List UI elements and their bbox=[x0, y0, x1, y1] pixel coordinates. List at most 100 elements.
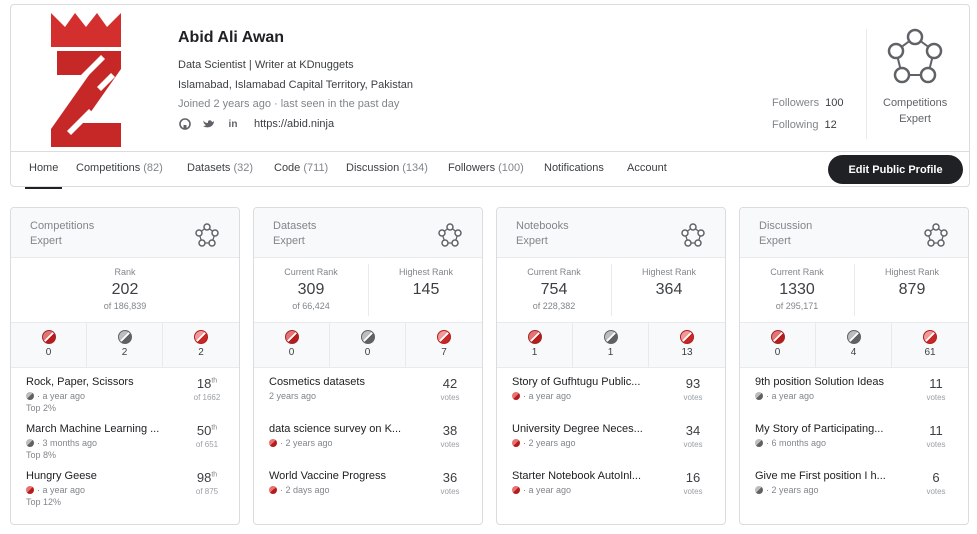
medal-count[interactable]: 0 bbox=[254, 323, 330, 368]
tab-code[interactable]: Code (711) bbox=[274, 162, 328, 174]
rank-label: Current Rank bbox=[770, 267, 824, 277]
twitter-icon[interactable] bbox=[202, 117, 216, 131]
tab-label: Notifications bbox=[544, 162, 604, 174]
list-item[interactable]: Hungry Geese · a year ago Top 12% 98th of 87… bbox=[11, 462, 239, 507]
item-unit: of 651 bbox=[195, 440, 219, 449]
item-meta-text: · a year ago bbox=[523, 391, 572, 401]
list-item[interactable]: March Machine Learning ... · 3 months ago… bbox=[11, 415, 239, 460]
crowned-z-logo-icon bbox=[51, 13, 121, 147]
profile-location: Islamabad, Islamabad Capital Territory, … bbox=[178, 79, 413, 91]
list-item[interactable]: 9th position Solution Ideas · a year ago 1… bbox=[740, 368, 968, 413]
medal-icon bbox=[26, 486, 34, 494]
item-meta-text: 2 years ago bbox=[269, 391, 317, 401]
item-title[interactable]: March Machine Learning ... bbox=[26, 423, 166, 435]
medal-count-value: 7 bbox=[441, 347, 447, 358]
item-meta: · 2 years ago bbox=[512, 438, 576, 448]
following-stat[interactable]: Following 12 bbox=[772, 119, 837, 131]
item-title[interactable]: Cosmetics datasets bbox=[269, 376, 409, 388]
medals-row: 0 0 7 bbox=[254, 323, 482, 368]
item-title[interactable]: data science survey on K... bbox=[269, 423, 409, 435]
item-unit: votes bbox=[440, 393, 460, 402]
item-value: 98th bbox=[189, 470, 225, 485]
tab-followers[interactable]: Followers (100) bbox=[448, 162, 524, 174]
list-item[interactable]: Give me First position I h... · 2 years a… bbox=[740, 462, 968, 507]
rank-value: 754 bbox=[540, 281, 568, 298]
item-top-percent: Top 2% bbox=[26, 403, 57, 413]
medal-icon bbox=[755, 392, 763, 400]
item-meta-text: · 2 years ago bbox=[523, 438, 576, 448]
profile-title: Data Scientist | Writer at KDnuggets bbox=[178, 59, 354, 71]
medal-count[interactable]: 0 bbox=[740, 323, 816, 368]
medal-count-value: 61 bbox=[924, 347, 936, 358]
item-title[interactable]: Story of Gufhtugu Public... bbox=[512, 376, 652, 388]
followers-stat[interactable]: Followers 100 bbox=[772, 97, 843, 109]
medal-count[interactable]: 7 bbox=[406, 323, 482, 368]
medal-count-value: 13 bbox=[681, 347, 693, 358]
medal-count-value: 0 bbox=[774, 347, 781, 358]
item-title[interactable]: My Story of Participating... bbox=[755, 423, 895, 435]
tier-badge: Competitions Expert bbox=[883, 27, 947, 127]
medal-count[interactable]: 0 bbox=[330, 323, 406, 368]
item-value-number: 36 bbox=[442, 470, 458, 485]
linkedin-icon[interactable]: in bbox=[226, 117, 240, 131]
rank-value: 309 bbox=[297, 281, 325, 298]
medal-count[interactable]: 2 bbox=[163, 323, 239, 368]
medal-count[interactable]: 0 bbox=[11, 323, 87, 368]
item-title[interactable]: Rock, Paper, Scissors bbox=[26, 376, 166, 388]
list-item[interactable]: Story of Gufhtugu Public... · a year ago 9… bbox=[497, 368, 725, 413]
item-value: 34 bbox=[675, 423, 711, 438]
item-value-number: 34 bbox=[685, 423, 701, 438]
medal-count[interactable]: 61 bbox=[892, 323, 968, 368]
rank-label: Rank bbox=[114, 267, 136, 277]
item-title[interactable]: University Degree Neces... bbox=[512, 423, 652, 435]
gold-medal-icon bbox=[770, 330, 785, 344]
list-item[interactable]: data science survey on K... · 2 years ago… bbox=[254, 415, 482, 460]
list-item[interactable]: World Vaccine Progress · 2 days ago 36 vote… bbox=[254, 462, 482, 507]
edit-public-profile-button[interactable]: Edit Public Profile bbox=[828, 155, 963, 184]
highest-rank-label: Highest Rank bbox=[641, 267, 697, 277]
list-item[interactable]: Cosmetics datasets 2 years ago 42 votes bbox=[254, 368, 482, 413]
highest-rank: Highest Rank 145 bbox=[369, 258, 482, 323]
medals-row: 1 1 13 bbox=[497, 323, 725, 368]
item-title[interactable]: Hungry Geese bbox=[26, 470, 166, 482]
list-item[interactable]: University Degree Neces... · 2 years ago 3… bbox=[497, 415, 725, 460]
item-title[interactable]: Give me First position I h... bbox=[755, 470, 895, 482]
medal-icon bbox=[512, 486, 520, 494]
social-links: in https://abid.ninja bbox=[178, 117, 334, 131]
item-unit: votes bbox=[683, 440, 703, 449]
medal-icon bbox=[269, 486, 277, 494]
github-icon[interactable] bbox=[178, 117, 192, 131]
tab-account[interactable]: Account bbox=[627, 162, 667, 174]
medal-count[interactable]: 1 bbox=[573, 323, 649, 368]
item-value-number: 11 bbox=[929, 376, 943, 391]
silver-medal-icon bbox=[846, 330, 861, 344]
tab-home[interactable]: Home bbox=[24, 162, 63, 189]
item-title[interactable]: 9th position Solution Ideas bbox=[755, 376, 895, 388]
medal-icon bbox=[755, 486, 763, 494]
medal-count[interactable]: 13 bbox=[649, 323, 725, 368]
expert-tier-icon bbox=[195, 223, 219, 247]
rank-section: Current Rank 309 of 66,424 Highest Rank 145 bbox=[254, 258, 482, 323]
tab-notifications[interactable]: Notifications bbox=[544, 162, 604, 174]
medal-count[interactable]: 2 bbox=[87, 323, 163, 368]
followers-count: 100 bbox=[825, 97, 844, 109]
item-title[interactable]: Starter Notebook AutoInl... bbox=[512, 470, 652, 482]
card-tier: Expert bbox=[516, 235, 548, 247]
medal-count[interactable]: 4 bbox=[816, 323, 892, 368]
profile-nav: Home Competitions (82) Datasets (32) Cod… bbox=[11, 151, 969, 189]
highest-rank: Highest Rank 879 bbox=[855, 258, 968, 323]
highest-rank-value: 879 bbox=[898, 281, 926, 298]
tab-datasets[interactable]: Datasets (32) bbox=[187, 162, 253, 174]
item-value: 50th bbox=[189, 423, 225, 438]
list-item[interactable]: Starter Notebook AutoInl... · a year ago 1… bbox=[497, 462, 725, 507]
list-item[interactable]: My Story of Participating... · 6 months a… bbox=[740, 415, 968, 460]
website-link[interactable]: https://abid.ninja bbox=[254, 118, 334, 130]
tab-discussion[interactable]: Discussion (134) bbox=[346, 162, 428, 174]
tab-competitions[interactable]: Competitions (82) bbox=[76, 162, 163, 174]
list-item[interactable]: Rock, Paper, Scissors · a year ago Top 2% 1… bbox=[11, 368, 239, 413]
card-title: Competitions Expert bbox=[30, 219, 94, 249]
item-title[interactable]: World Vaccine Progress bbox=[269, 470, 409, 482]
medal-icon bbox=[512, 439, 520, 447]
medal-count[interactable]: 1 bbox=[497, 323, 573, 368]
card-header: Discussion Expert bbox=[740, 208, 968, 258]
